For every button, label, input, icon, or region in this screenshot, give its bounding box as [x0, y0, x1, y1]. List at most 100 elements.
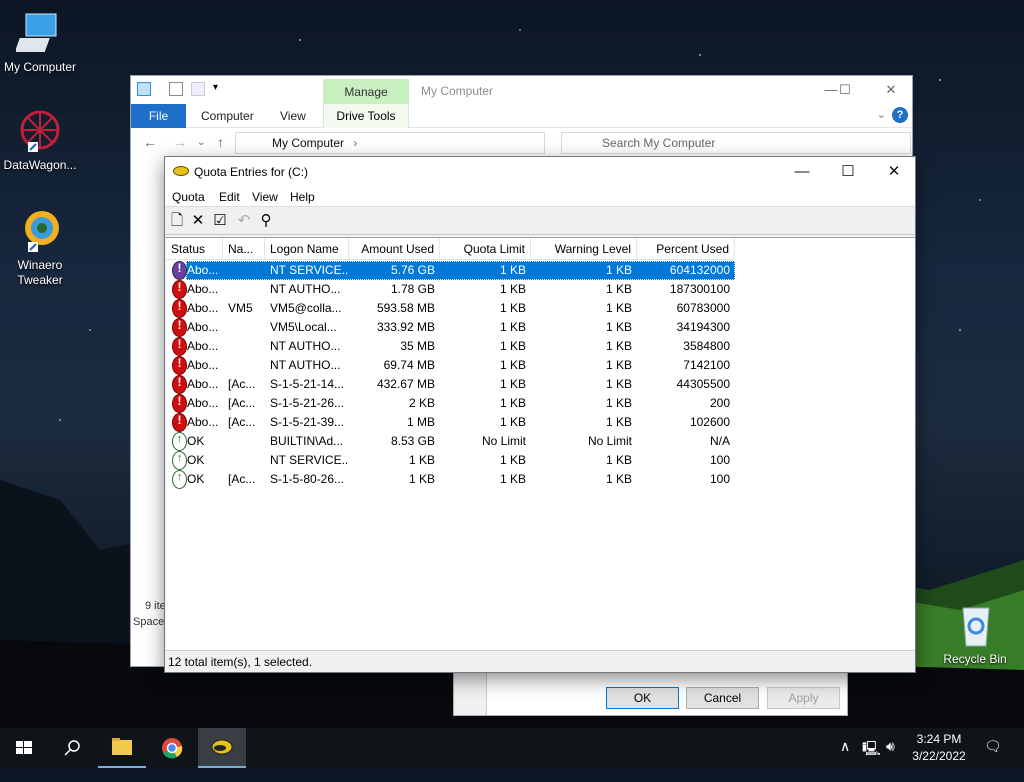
disk-quota-icon — [173, 166, 189, 176]
column-logon-name[interactable]: Logon Name — [265, 238, 349, 260]
maximize-icon[interactable]: ☐ — [825, 161, 871, 183]
column-warning-level[interactable]: Warning Level — [531, 238, 637, 260]
properties-dialog[interactable]: OK Cancel Apply — [453, 666, 848, 716]
table-row[interactable]: Abo... [Ac... S-1-5-21-39... 1 MB 1 KB 1 KB 10… — [166, 413, 735, 432]
cell-warning-level: 1 KB — [605, 301, 632, 315]
close-icon[interactable]: ✕ — [871, 161, 917, 183]
cell-logon-name: VM5\Local... — [270, 320, 337, 334]
column-quota-limit[interactable]: Quota Limit — [440, 238, 531, 260]
table-row[interactable]: OK NT SERVICE... 1 KB 1 KB 1 KB 100 — [166, 451, 735, 470]
address-bar[interactable]: My Computer › — [235, 132, 545, 154]
column-name[interactable]: Na... — [223, 238, 265, 260]
tab-file[interactable]: File — [131, 104, 186, 128]
menu-edit[interactable]: Edit — [219, 190, 240, 204]
taskbar-quota-app[interactable] — [198, 728, 246, 768]
table-row[interactable]: Abo... [Ac... S-1-5-21-14... 432.67 MB 1 KB 1… — [166, 375, 735, 394]
new-entry-icon[interactable]: 🗋 — [168, 212, 186, 230]
cell-logon-name: NT AUTHO... — [270, 282, 341, 296]
search-button[interactable] — [48, 728, 96, 768]
properties-icon[interactable] — [169, 82, 183, 96]
cell-warning-level: 1 KB — [605, 472, 632, 486]
table-row[interactable]: Abo... VM5 VM5@colla... 593.58 MB 1 KB 1 KB 60… — [166, 299, 735, 318]
cell-name: VM5 — [228, 301, 253, 315]
cell-logon-name: BUILTIN\Ad... — [270, 434, 344, 448]
customize-qat-icon[interactable]: ▾ — [213, 82, 221, 96]
network-icon[interactable]: 🖳 — [862, 738, 881, 762]
cell-logon-name: NT AUTHO... — [270, 339, 341, 353]
table-row[interactable]: Abo... NT SERVICE... 5.76 GB 1 KB 1 KB 604132… — [166, 261, 735, 280]
tab-computer[interactable]: Computer — [201, 109, 254, 123]
chevron-right-icon: › — [353, 136, 358, 150]
cell-amount-used: 2 KB — [408, 396, 435, 410]
list-header: Status Na... Logon Name Amount Used Quot… — [166, 238, 735, 260]
quick-access-toolbar: ▾ — [137, 82, 221, 96]
cell-amount-used: 432.67 MB — [376, 377, 435, 391]
tab-view[interactable]: View — [280, 109, 306, 123]
cell-percent-used: 34194300 — [676, 320, 730, 334]
cell-percent-used: 200 — [709, 396, 730, 410]
cell-status: OK — [187, 472, 205, 486]
cell-quota-limit: 1 KB — [499, 282, 526, 296]
quota-titlebar: Quota Entries for (C:) — ☐ ✕ — [165, 157, 915, 187]
notifications-icon[interactable]: 🗨︎ — [984, 738, 1002, 755]
close-icon[interactable]: ✕ — [877, 82, 905, 98]
manage-contextual-tab[interactable]: Manage — [323, 79, 409, 105]
menu-quota[interactable]: Quota — [172, 190, 205, 204]
cell-warning-level: 1 KB — [605, 377, 632, 391]
cell-amount-used: 1 MB — [406, 415, 435, 429]
new-folder-icon[interactable] — [191, 82, 205, 96]
properties-icon[interactable]: ☑ — [211, 212, 229, 230]
undo-icon[interactable]: ↶ — [235, 212, 253, 230]
taskbar-chrome[interactable] — [148, 728, 196, 768]
column-percent-used[interactable]: Percent Used — [637, 238, 735, 260]
taskbar-file-explorer[interactable] — [98, 728, 146, 768]
desktop-icon-recycle-bin[interactable]: Recycle Bin — [935, 602, 1015, 667]
desktop-icon-label: Recycle Bin — [943, 652, 1007, 666]
forward-arrow-icon[interactable]: → — [173, 134, 187, 150]
table-row[interactable]: Abo... [Ac... S-1-5-21-26... 2 KB 1 KB 1 KB 20… — [166, 394, 735, 413]
desktop-icon-winaero-tweaker[interactable]: Winaero Tweaker — [0, 208, 80, 288]
volume-icon[interactable]: 🔊︎ — [886, 738, 895, 755]
cell-logon-name: S-1-5-80-26... — [270, 472, 345, 486]
column-status[interactable]: Status — [166, 238, 223, 260]
show-hidden-icons-icon[interactable]: ∧ — [840, 738, 850, 755]
maximize-icon[interactable]: ☐ — [831, 82, 859, 98]
table-row[interactable]: Abo... NT AUTHO... 1.78 GB 1 KB 1 KB 18730010… — [166, 280, 735, 299]
table-row[interactable]: OK [Ac... S-1-5-80-26... 1 KB 1 KB 1 KB 100 — [166, 470, 735, 489]
cell-name: [Ac... — [228, 396, 256, 410]
recent-locations-icon[interactable]: ⌄ — [197, 137, 205, 148]
delete-icon[interactable]: ✕ — [189, 212, 207, 230]
cell-name: [Ac... — [228, 415, 256, 429]
chevron-down-icon[interactable]: ⌄ — [877, 108, 886, 121]
cell-name — [223, 337, 265, 356]
table-row[interactable]: OK BUILTIN\Ad... 8.53 GB No Limit No Limit N/… — [166, 432, 735, 451]
tab-drive-tools[interactable]: Drive Tools — [323, 104, 409, 128]
search-box[interactable]: Search My Computer — [561, 132, 911, 154]
cancel-button[interactable]: Cancel — [686, 687, 759, 709]
cell-amount-used: 1.78 GB — [390, 282, 435, 296]
table-row[interactable]: Abo... NT AUTHO... 35 MB 1 KB 1 KB 3584800 — [166, 337, 735, 356]
quota-entries-window[interactable]: Quota Entries for (C:) — ☐ ✕ Quota Edit … — [164, 156, 916, 673]
help-icon[interactable]: ? — [892, 107, 908, 123]
table-row[interactable]: Abo... VM5\Local... 333.92 MB 1 KB 1 KB 34194… — [166, 318, 735, 337]
search-icon — [64, 740, 80, 756]
find-icon[interactable]: ⚲ — [257, 212, 275, 230]
ok-button[interactable]: OK — [606, 687, 679, 709]
menu-view[interactable]: View — [252, 190, 278, 204]
clock[interactable]: 3:24 PM 3/22/2022 — [906, 731, 972, 765]
desktop-icon-datawagon[interactable]: DataWagon... — [0, 108, 80, 173]
minimize-icon[interactable]: — — [779, 161, 825, 183]
start-button[interactable] — [0, 728, 48, 768]
quota-list-view[interactable]: Status Na... Logon Name Amount Used Quot… — [166, 237, 915, 650]
column-amount-used[interactable]: Amount Used — [349, 238, 440, 260]
back-arrow-icon[interactable]: ← — [143, 134, 157, 150]
menu-help[interactable]: Help — [290, 190, 315, 204]
cell-percent-used: 187300100 — [669, 282, 730, 296]
table-row[interactable]: Abo... NT AUTHO... 69.74 MB 1 KB 1 KB 7142100 — [166, 356, 735, 375]
desktop-icon-my-computer[interactable]: My Computer — [0, 10, 80, 75]
cell-name — [223, 261, 265, 280]
up-arrow-icon[interactable]: ↑ — [217, 134, 224, 150]
apply-button[interactable]: Apply — [767, 687, 840, 709]
cell-name — [223, 280, 265, 299]
cell-amount-used: 333.92 MB — [376, 320, 435, 334]
